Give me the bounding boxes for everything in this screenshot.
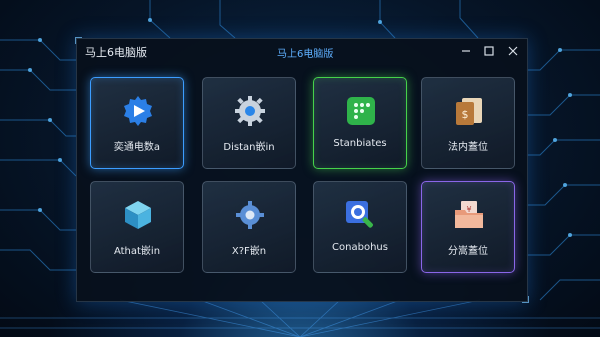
tile-label: Conabohus xyxy=(332,242,388,253)
green-app-icon xyxy=(344,94,378,128)
tile-8[interactable]: ¥ 分嵩蓋位 xyxy=(421,181,515,273)
svg-text:¥: ¥ xyxy=(466,205,471,214)
tile-7[interactable]: Conabohus xyxy=(313,181,407,273)
svg-text:$: $ xyxy=(462,108,469,121)
folder-icon: ¥ xyxy=(452,198,486,232)
window-center-title: 马上6电脑版 xyxy=(277,49,334,60)
search-icon xyxy=(344,198,378,232)
frame-corner xyxy=(75,37,82,44)
tile-2[interactable]: Distan嵌in xyxy=(202,77,296,169)
tile-3[interactable]: Stanbiates xyxy=(313,77,407,169)
play-badge-icon xyxy=(121,94,155,128)
title-bar[interactable]: 马上6电脑版 马上6电脑版 xyxy=(77,39,527,63)
cube-icon xyxy=(121,198,155,232)
tile-label: 奕通电数a xyxy=(113,142,161,153)
tile-label: Athat嵌in xyxy=(113,246,161,257)
tile-label: 分嵩蓋位 xyxy=(448,246,488,257)
document-icon: $ xyxy=(452,94,486,128)
tile-label: 法内蓋位 xyxy=(448,142,488,153)
minimize-icon[interactable] xyxy=(457,42,475,60)
tile-label: Distan嵌in xyxy=(223,142,275,153)
tile-5[interactable]: Athat嵌in xyxy=(90,181,184,273)
tile-label: X?F嵌n xyxy=(231,246,267,257)
app-window: 马上6电脑版 马上6电脑版 奕通电数a Distan嵌in Stanbiates… xyxy=(75,37,529,303)
window-title: 马上6电脑版 xyxy=(85,46,147,59)
tile-4[interactable]: $ 法内蓋位 xyxy=(421,77,515,169)
gear-icon xyxy=(233,94,267,128)
tile-label: Stanbiates xyxy=(333,138,387,149)
tile-6[interactable]: X?F嵌n xyxy=(202,181,296,273)
close-icon[interactable] xyxy=(504,42,522,60)
maximize-icon[interactable] xyxy=(480,42,498,60)
tile-1[interactable]: 奕通电数a xyxy=(90,77,184,169)
frame-corner xyxy=(522,296,529,303)
gear-blue-icon xyxy=(233,198,267,232)
